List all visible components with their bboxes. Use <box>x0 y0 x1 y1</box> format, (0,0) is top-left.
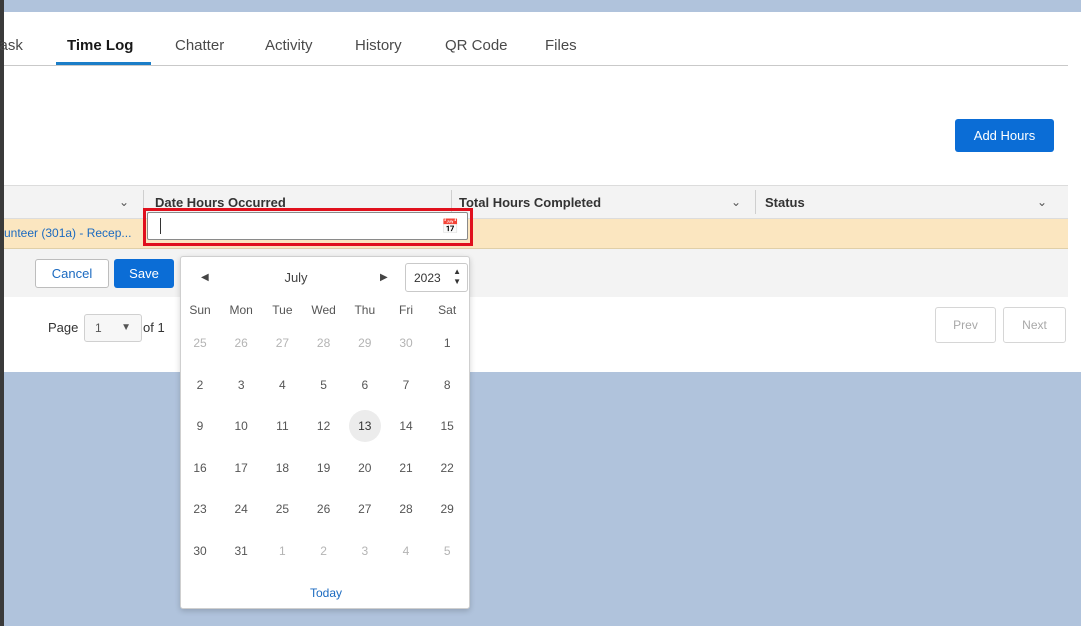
calendar-day[interactable]: 21 <box>390 452 422 484</box>
next-month-icon[interactable]: ▶ <box>380 272 388 283</box>
tab-chatter[interactable]: Chatter <box>175 37 224 54</box>
calendar-day[interactable]: 28 <box>390 493 422 525</box>
calendar-day[interactable]: 30 <box>390 327 422 359</box>
calendar-day[interactable]: 24 <box>225 493 257 525</box>
time-log-panel: Task Time Log Chatter Activity History Q… <box>0 12 1081 372</box>
record-name-link[interactable]: unteer (301a) - Recep... <box>4 226 131 240</box>
calendar-day[interactable]: 3 <box>349 535 381 567</box>
calendar-day[interactable]: 1 <box>266 535 298 567</box>
weekday-label: Mon <box>229 303 253 317</box>
calendar-day[interactable]: 18 <box>266 452 298 484</box>
calendar-month: July <box>284 270 308 285</box>
column-1-menu-chevron-down-icon[interactable]: ⌄ <box>119 186 129 218</box>
column-header-status[interactable]: Status <box>765 186 805 218</box>
date-picker-popup: ◀ July ▶ 2023 ▲ ▼ Sun Mon Tue Wed Thu Fri Sat 25… <box>180 256 470 609</box>
chevron-down-icon: ▼ <box>121 322 131 333</box>
column-divider <box>755 190 756 214</box>
calendar-day[interactable]: 12 <box>308 410 340 442</box>
page-count-label: of 1 <box>143 320 165 335</box>
tab-task[interactable]: Task <box>0 37 23 54</box>
add-hours-button[interactable]: Add Hours <box>955 119 1054 152</box>
calendar-day[interactable]: 2 <box>308 535 340 567</box>
column-header-total-hours-completed[interactable]: Total Hours Completed <box>459 186 601 218</box>
calendar-day[interactable]: 27 <box>266 327 298 359</box>
save-button[interactable]: Save <box>114 259 174 288</box>
calendar-day[interactable]: 19 <box>308 452 340 484</box>
calendar-day[interactable]: 13 <box>348 410 381 442</box>
weekday-label: Fri <box>399 303 413 317</box>
calendar-day[interactable]: 5 <box>431 535 463 567</box>
page-select-value: 1 <box>95 321 102 335</box>
column-4-menu-chevron-down-icon[interactable]: ⌄ <box>1037 186 1047 218</box>
calendar-day[interactable]: 10 <box>225 410 257 442</box>
calendar-day[interactable]: 4 <box>266 369 298 401</box>
calendar-day[interactable]: 27 <box>349 493 381 525</box>
prev-page-button[interactable]: Prev <box>935 307 996 343</box>
calendar-day[interactable]: 26 <box>225 327 257 359</box>
calendar-day[interactable]: 9 <box>184 410 216 442</box>
calendar-day[interactable]: 29 <box>431 493 463 525</box>
calendar-day[interactable]: 29 <box>349 327 381 359</box>
up-down-spinner-icon: ▲ ▼ <box>453 267 461 286</box>
tab-activity[interactable]: Activity <box>265 37 313 54</box>
calendar-day[interactable]: 17 <box>225 452 257 484</box>
tab-history[interactable]: History <box>355 37 402 54</box>
calendar-day[interactable]: 3 <box>225 369 257 401</box>
calendar-day[interactable]: 16 <box>184 452 216 484</box>
highlight-box <box>143 208 473 246</box>
calendar-day[interactable]: 30 <box>184 535 216 567</box>
tab-qr-code[interactable]: QR Code <box>445 37 508 54</box>
weekday-label: Sat <box>438 303 457 317</box>
calendar-day[interactable]: 25 <box>184 327 216 359</box>
previous-month-icon[interactable]: ◀ <box>201 272 209 283</box>
weekday-label: Thu <box>354 303 376 317</box>
calendar-day[interactable]: 2 <box>184 369 216 401</box>
year-select[interactable]: 2023 ▲ ▼ <box>405 263 468 292</box>
weekday-label: Sun <box>189 303 211 317</box>
calendar-day[interactable]: 20 <box>349 452 381 484</box>
weekday-label: Tue <box>272 303 293 317</box>
calendar-day[interactable]: 5 <box>308 369 340 401</box>
calendar-day[interactable]: 4 <box>390 535 422 567</box>
page-label: Page <box>48 320 79 335</box>
calendar-day[interactable]: 15 <box>431 410 463 442</box>
calendar-day[interactable]: 31 <box>225 535 257 567</box>
calendar-day[interactable]: 1 <box>431 327 463 359</box>
calendar-day[interactable]: 7 <box>390 369 422 401</box>
weekday-label: Wed <box>311 303 336 317</box>
column-3-menu-chevron-down-icon[interactable]: ⌄ <box>731 186 741 218</box>
calendar-day[interactable]: 23 <box>184 493 216 525</box>
active-tab-indicator <box>56 62 151 65</box>
calendar-day[interactable]: 6 <box>349 369 381 401</box>
tab-files[interactable]: Files <box>545 37 577 54</box>
calendar-day[interactable]: 11 <box>266 410 298 442</box>
tab-bar: Task Time Log Chatter Activity History Q… <box>0 12 1068 66</box>
calendar-day[interactable]: 28 <box>308 327 340 359</box>
calendar-day[interactable]: 25 <box>266 493 298 525</box>
next-page-button[interactable]: Next <box>1003 307 1066 343</box>
calendar-day[interactable]: 22 <box>431 452 463 484</box>
today-link[interactable]: Today <box>181 586 471 600</box>
calendar-day[interactable]: 26 <box>308 493 340 525</box>
calendar-day[interactable]: 8 <box>431 369 463 401</box>
tab-time-log[interactable]: Time Log <box>67 37 133 54</box>
year-select-value: 2023 <box>414 270 441 285</box>
calendar-day[interactable]: 14 <box>390 410 422 442</box>
cancel-button[interactable]: Cancel <box>35 259 109 288</box>
page-select[interactable]: 1 ▼ <box>84 314 142 342</box>
